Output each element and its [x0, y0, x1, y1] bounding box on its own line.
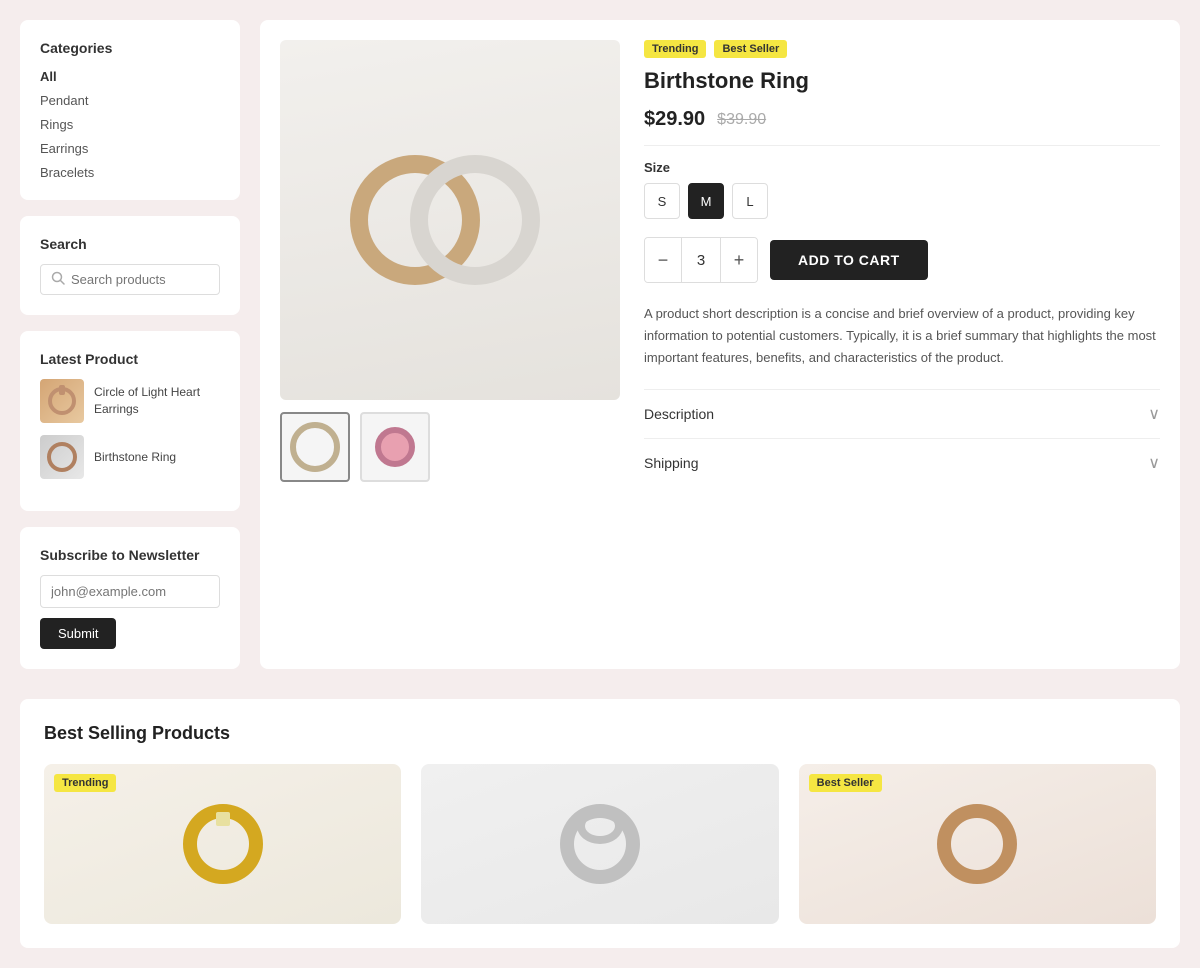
category-list: All Pendant Rings Earrings Bracelets [40, 68, 220, 180]
size-btn-m[interactable]: M [688, 183, 724, 219]
search-icon [51, 271, 65, 288]
earrings-thumbnail [40, 379, 84, 423]
ring-thumbnail [40, 435, 84, 479]
latest-product-card: Latest Product Circle of Light Heart Ear… [20, 331, 240, 511]
product-badges: Trending Best Seller [644, 40, 1160, 58]
trending-badge: Trending [644, 40, 706, 58]
quantity-increase-button[interactable]: + [721, 238, 757, 282]
sidebar-item-earrings[interactable]: Earrings [40, 140, 220, 156]
thumbnail-1[interactable] [280, 412, 350, 482]
quantity-value: 3 [681, 238, 721, 282]
accordion-description-chevron: ∨ [1148, 404, 1160, 424]
page-wrapper: Categories All Pendant Rings Earrings [0, 0, 1200, 968]
newsletter-email-input[interactable] [40, 575, 220, 608]
card-ring-visual-2 [560, 804, 640, 884]
newsletter-card: Subscribe to Newsletter Submit [20, 527, 240, 669]
sidebar-item-all[interactable]: All [40, 68, 220, 84]
sidebar: Categories All Pendant Rings Earrings [20, 20, 240, 669]
search-card: Search [20, 216, 240, 315]
product-card-3[interactable]: Best Seller [799, 764, 1156, 924]
bestseller-badge: Best Seller [714, 40, 787, 58]
categories-title: Categories [40, 40, 220, 56]
size-btn-l[interactable]: L [732, 183, 768, 219]
search-title: Search [40, 236, 220, 252]
accordion-shipping-header[interactable]: Shipping ∨ [644, 453, 1160, 473]
best-selling-section: Best Selling Products Trending Best Sell… [20, 699, 1180, 948]
price-current: $29.90 [644, 108, 705, 131]
product-info: Trending Best Seller Birthstone Ring $29… [644, 40, 1160, 649]
product-card-1[interactable]: Trending [44, 764, 401, 924]
product-images [280, 40, 620, 649]
cart-row: − 3 + ADD TO CART [644, 237, 1160, 283]
search-input[interactable] [71, 272, 209, 287]
card-badge-bestseller: Best Seller [809, 774, 882, 792]
quantity-control: − 3 + [644, 237, 758, 283]
card-ring-visual-1 [183, 804, 263, 884]
accordion-shipping-label: Shipping [644, 455, 699, 471]
latest-product-title: Latest Product [40, 351, 220, 367]
sidebar-item-bracelets[interactable]: Bracelets [40, 164, 220, 180]
best-selling-title: Best Selling Products [44, 723, 1156, 744]
product-description: A product short description is a concise… [644, 303, 1160, 369]
product-title: Birthstone Ring [644, 68, 1160, 94]
size-label: Size [644, 160, 1160, 175]
product-detail: Trending Best Seller Birthstone Ring $29… [260, 20, 1180, 669]
earrings-product-name: Circle of Light Heart Earrings [94, 384, 220, 418]
accordion-description-label: Description [644, 406, 714, 422]
categories-card: Categories All Pendant Rings Earrings [20, 20, 240, 200]
product-card-2[interactable] [421, 764, 778, 924]
size-options: S M L [644, 183, 1160, 219]
accordion-shipping: Shipping ∨ [644, 438, 1160, 487]
add-to-cart-button[interactable]: ADD TO CART [770, 240, 928, 280]
sidebar-item-rings[interactable]: Rings [40, 116, 220, 132]
sidebar-item-pendant[interactable]: Pendant [40, 92, 220, 108]
price-row: $29.90 $39.90 [644, 108, 1160, 146]
size-btn-s[interactable]: S [644, 183, 680, 219]
card-badge-trending: Trending [54, 774, 116, 792]
accordion-shipping-chevron: ∨ [1148, 453, 1160, 473]
latest-product-ring[interactable]: Birthstone Ring [40, 435, 220, 479]
main-layout: Categories All Pendant Rings Earrings [20, 20, 1180, 669]
price-original: $39.90 [717, 111, 766, 129]
accordion-description: Description ∨ [644, 389, 1160, 438]
newsletter-title: Subscribe to Newsletter [40, 547, 220, 563]
products-grid: Trending Best Seller [44, 764, 1156, 924]
search-box [40, 264, 220, 295]
ring-product-name: Birthstone Ring [94, 449, 176, 466]
card-ring-visual-3 [937, 804, 1017, 884]
newsletter-submit-button[interactable]: Submit [40, 618, 116, 649]
thumbnail-2[interactable] [360, 412, 430, 482]
main-product-image [280, 40, 620, 400]
latest-product-earrings[interactable]: Circle of Light Heart Earrings [40, 379, 220, 423]
accordion-description-header[interactable]: Description ∨ [644, 404, 1160, 424]
product-thumbnails [280, 412, 620, 482]
quantity-decrease-button[interactable]: − [645, 238, 681, 282]
